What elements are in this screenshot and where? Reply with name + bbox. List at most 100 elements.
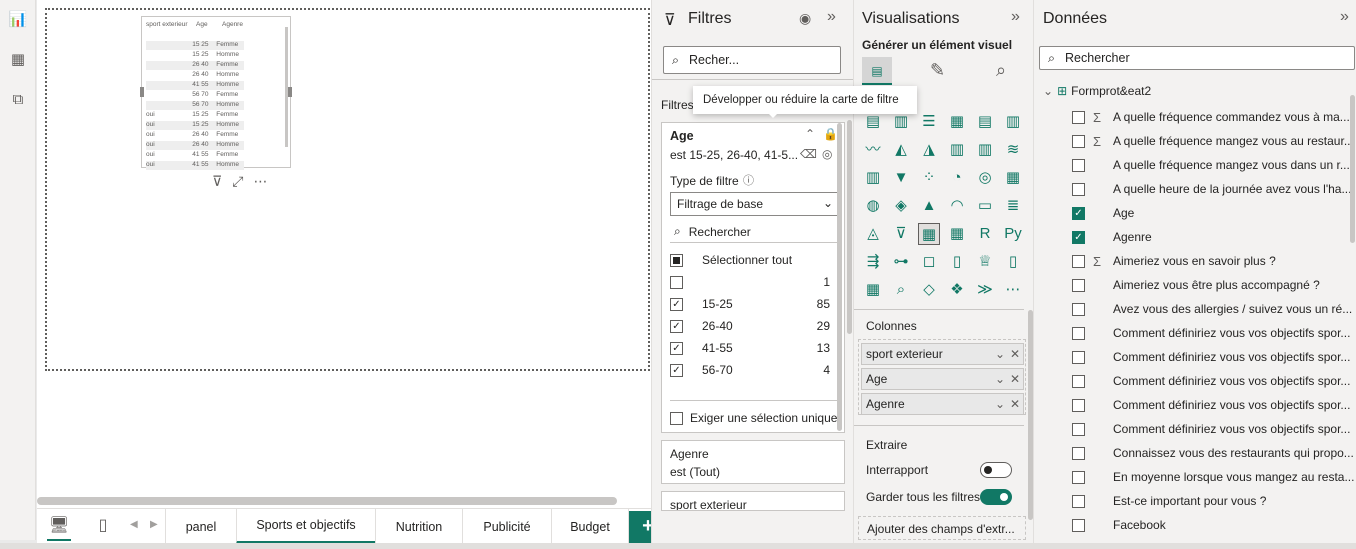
filter-item-checkbox[interactable]: ✓ <box>670 297 683 311</box>
gauge-icon[interactable]: ◠ <box>946 195 968 217</box>
report-page[interactable] <box>45 8 650 371</box>
column-field-age[interactable]: Age ⌄ ✕ <box>861 368 1024 390</box>
field-item[interactable]: Facebook <box>1072 513 1356 537</box>
ribbon-chart-icon[interactable]: ≋ <box>1002 139 1024 161</box>
funnel-chart-icon[interactable]: ▼ <box>890 167 912 189</box>
chevron-up-icon[interactable]: ⌃ <box>805 127 815 141</box>
field-checkbox[interactable]: ✓ <box>1072 206 1085 220</box>
filters-scrollbar[interactable] <box>847 120 852 334</box>
field-item[interactable]: Comment définiriez vous vos objectifs sp… <box>1072 321 1356 345</box>
tab-nutrition[interactable]: Nutrition <box>375 509 462 544</box>
chevron-down-icon[interactable]: ⌄ <box>995 397 1005 411</box>
power-automate-icon[interactable]: ⌕ <box>890 279 912 301</box>
field-item[interactable]: Comment définiriez vous vos objectifs sp… <box>1072 417 1356 441</box>
python-visual-icon[interactable]: Py <box>1002 223 1024 245</box>
table-visual[interactable]: sport exterieur Age Agenre 15 25 Femme 15 … <box>140 16 292 170</box>
lock-icon[interactable]: 🔒 <box>823 127 838 141</box>
field-checkbox[interactable] <box>1072 446 1085 460</box>
custom-visual-3-icon[interactable]: ≫ <box>974 279 996 301</box>
filter-item[interactable]: ✓ 26-40 29 <box>670 316 830 336</box>
stacked-bar-chart-icon[interactable]: ▤ <box>862 111 884 133</box>
area-chart-icon[interactable]: ◭ <box>890 139 912 161</box>
card-scrollbar[interactable] <box>837 123 842 431</box>
field-checkbox[interactable] <box>1072 302 1085 316</box>
field-item[interactable]: Σ Aimeriez vous en savoir plus ? <box>1072 249 1356 273</box>
field-checkbox[interactable] <box>1072 398 1085 412</box>
field-item[interactable]: Est-ce important pour vous ? <box>1072 489 1356 513</box>
filter-item[interactable]: ✓ 41-55 13 <box>670 338 830 358</box>
tab-prev-icon[interactable]: ◀ <box>130 519 138 530</box>
table-view-icon[interactable]: ▦ <box>8 50 28 70</box>
filters-search[interactable]: ⌕ Recher... <box>663 46 841 74</box>
field-checkbox[interactable] <box>1072 110 1085 124</box>
build-visual-tab-icon[interactable]: ▤ <box>862 57 892 85</box>
smart-narrative-icon[interactable]: ▯ <box>1002 251 1024 273</box>
filter-item[interactable]: 1 <box>670 272 830 292</box>
field-checkbox[interactable] <box>1072 350 1085 364</box>
100-column-chart-icon[interactable]: ▥ <box>1002 111 1024 133</box>
close-icon[interactable]: ✕ <box>1010 372 1020 386</box>
kpi-icon[interactable]: ◬ <box>862 223 884 245</box>
more-options-icon[interactable]: ⋯ <box>253 173 267 190</box>
filter-card-agenre[interactable]: Agenre est (Tout) <box>661 440 845 484</box>
column-field-sport[interactable]: sport exterieur ⌄ ✕ <box>861 343 1024 365</box>
add-drill-fields[interactable]: Ajouter des champs d'extr... <box>858 516 1026 540</box>
field-checkbox[interactable]: ✓ <box>1072 230 1085 244</box>
tab-panel[interactable]: panel <box>165 509 236 544</box>
field-item[interactable]: Avez vous des allergies / suivez vous un… <box>1072 297 1356 321</box>
table-node[interactable]: ⌄ ⊞ Formprot&eat2 <box>1043 84 1151 98</box>
treemap-icon[interactable]: ▦ <box>1002 167 1024 189</box>
filter-item[interactable]: ✓ 56-70 4 <box>670 360 830 380</box>
tab-next-icon[interactable]: ▶ <box>150 519 158 530</box>
close-icon[interactable]: ✕ <box>1010 347 1020 361</box>
field-checkbox[interactable] <box>1072 134 1085 148</box>
model-view-icon[interactable]: ⧉ <box>8 90 28 110</box>
field-item[interactable]: Aimeriez vous être plus accompagné ? <box>1072 273 1356 297</box>
report-view-icon[interactable]: 📊 <box>8 10 28 30</box>
scatter-chart-icon[interactable]: ⁘ <box>918 167 940 189</box>
eye-icon[interactable]: ◉ <box>799 10 811 27</box>
field-item[interactable]: Comment définiriez vous vos objectifs sp… <box>1072 369 1356 393</box>
field-checkbox[interactable] <box>1072 158 1085 172</box>
metrics-icon[interactable]: ♕ <box>974 251 996 273</box>
paginated-report-icon[interactable]: ▯ <box>946 251 968 273</box>
collapse-pane-icon[interactable]: » <box>1011 8 1020 26</box>
collapse-pane-icon[interactable]: » <box>1340 8 1349 26</box>
filled-map-icon[interactable]: ◈ <box>890 195 912 217</box>
field-checkbox[interactable] <box>1072 374 1085 388</box>
tab-sports-objectifs[interactable]: Sports et objectifs <box>236 509 375 544</box>
r-visual-icon[interactable]: R <box>974 223 996 245</box>
filter-card-sport[interactable]: sport exterieur <box>661 491 845 511</box>
cross-report-toggle[interactable] <box>980 462 1012 478</box>
field-item[interactable]: A quelle heure de la journée avez vous l… <box>1072 177 1356 201</box>
filter-type-select[interactable]: Filtrage de base ⌄ <box>670 192 840 216</box>
field-checkbox[interactable] <box>1072 278 1085 292</box>
custom-visual-1-icon[interactable]: ◇ <box>918 279 940 301</box>
field-checkbox[interactable] <box>1072 254 1085 268</box>
data-scrollbar[interactable] <box>1350 95 1355 243</box>
field-item[interactable]: Comment définiriez vous vos objectifs sp… <box>1072 345 1356 369</box>
tab-publicite[interactable]: Publicité <box>462 509 551 544</box>
line-chart-icon[interactable]: 〰 <box>862 139 884 161</box>
line-clustered-column-icon[interactable]: ▥ <box>974 139 996 161</box>
field-item[interactable]: Σ A quelle fréquence mangez vous au resta… <box>1072 129 1356 153</box>
key-influencers-icon[interactable]: ⇶ <box>862 251 884 273</box>
chevron-down-icon[interactable]: ⌄ <box>1043 84 1053 98</box>
format-visual-icon[interactable]: ✎ <box>930 60 945 81</box>
column-field-agenre[interactable]: Agenre ⌄ ✕ <box>861 393 1024 415</box>
field-item[interactable]: ✓ Age <box>1072 201 1356 225</box>
line-column-chart-icon[interactable]: ▥ <box>946 139 968 161</box>
custom-visual-2-icon[interactable]: ❖ <box>946 279 968 301</box>
visual-scrollbar[interactable] <box>285 27 288 147</box>
field-item[interactable]: Connaissez vous des restaurants qui prop… <box>1072 441 1356 465</box>
waterfall-chart-icon[interactable]: ▥ <box>862 167 884 189</box>
clustered-column-chart-icon[interactable]: ▦ <box>946 111 968 133</box>
collapse-pane-icon[interactable]: » <box>827 8 836 26</box>
map-icon[interactable]: ◍ <box>862 195 884 217</box>
multi-row-card-icon[interactable]: ≣ <box>1002 195 1024 217</box>
focus-mode-icon[interactable]: ⤢ <box>232 173 243 190</box>
mobile-layout-icon[interactable]: ▯ <box>91 515 115 537</box>
field-checkbox[interactable] <box>1072 182 1085 196</box>
qa-icon[interactable]: ◻ <box>918 251 940 273</box>
field-item[interactable]: Comment définiriez vous vos objectifs sp… <box>1072 393 1356 417</box>
